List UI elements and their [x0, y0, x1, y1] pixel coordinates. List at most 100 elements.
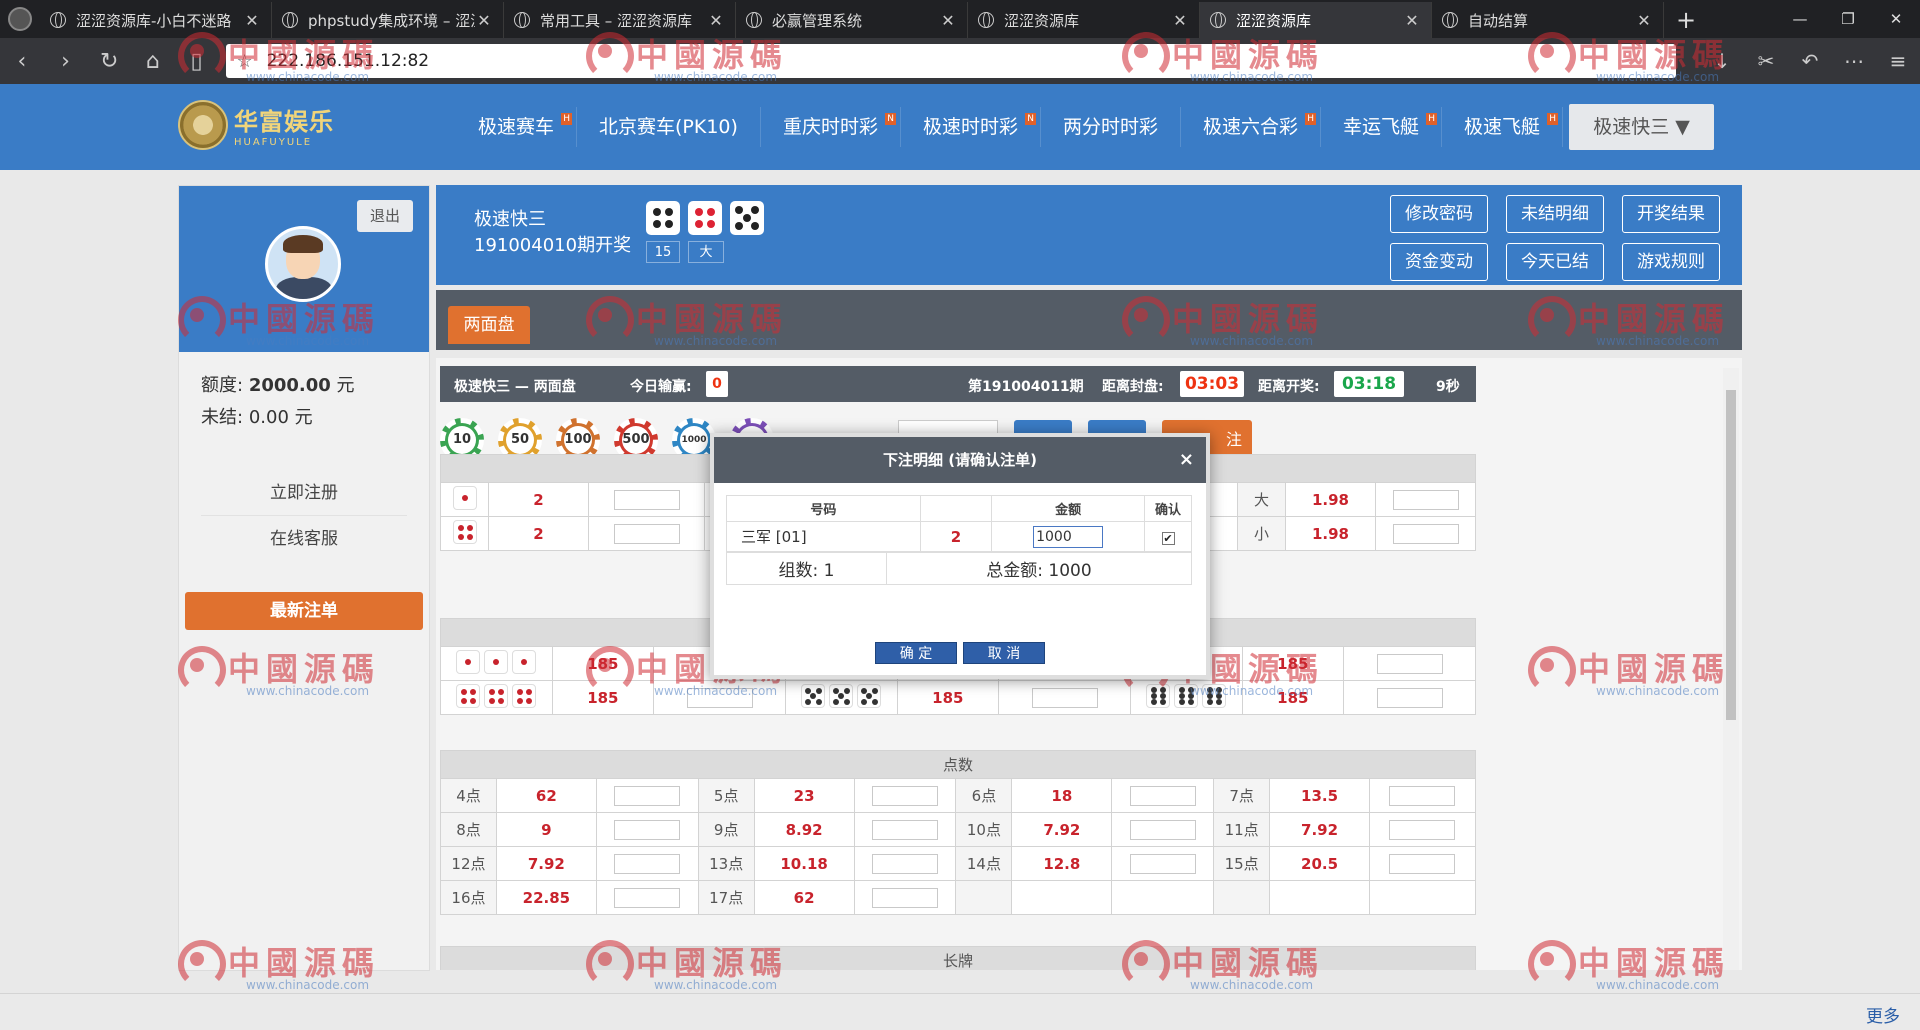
bet-detail-table: 号码 金额 确认 三军 [01] 2 1000 ✔: [726, 495, 1192, 552]
browser-tab[interactable]: 必赢管理系统 ✕: [736, 2, 968, 38]
site-logo[interactable]: 华富娱乐 HUAFUYULE: [178, 100, 334, 150]
minimize-icon[interactable]: —: [1776, 0, 1824, 38]
triple-five-icon: [801, 683, 882, 708]
logout-button[interactable]: 退出: [357, 200, 413, 232]
amount-input[interactable]: [872, 853, 938, 874]
bookmark-star-icon[interactable]: ☆: [236, 51, 252, 72]
amount-input[interactable]: [1376, 687, 1443, 708]
amount-input[interactable]: [1376, 653, 1443, 674]
undo-icon[interactable]: ↶: [1788, 49, 1832, 73]
restore-icon[interactable]: ❐: [1824, 0, 1872, 38]
amount-input[interactable]: [872, 819, 938, 840]
more-menu-icon[interactable]: ⋯: [1832, 49, 1876, 73]
amount-input[interactable]: [1129, 853, 1196, 874]
back-icon[interactable]: ‹: [0, 38, 44, 84]
amount-input[interactable]: [686, 687, 753, 708]
amount-input[interactable]: [614, 853, 681, 874]
hamburger-menu-icon[interactable]: ≡: [1876, 49, 1920, 73]
today-label: 今日输赢:: [630, 379, 692, 395]
game-rules-button[interactable]: 游戏规则: [1622, 243, 1720, 281]
address-bar: ‹ › ↻ ⌂ ▯ ☆ 222.186.151.12:82 ↓ ✂ ↶ ⋯ ≡: [0, 38, 1920, 84]
nav-badge: H: [1547, 113, 1559, 125]
close-tab-icon[interactable]: ✕: [1403, 11, 1421, 30]
cancel-button[interactable]: 取 消: [963, 642, 1045, 664]
amount-input[interactable]: [872, 785, 938, 806]
nav-item[interactable]: 极速时时彩 N: [901, 107, 1041, 147]
fund-changes-button[interactable]: 资金变动: [1390, 243, 1488, 281]
bet-odds: 2: [919, 521, 993, 552]
amount-input[interactable]: [1392, 523, 1459, 544]
nav-item[interactable]: 重庆时时彩 N: [761, 107, 901, 147]
amount-input[interactable]: [872, 887, 938, 908]
draw-results-button[interactable]: 开奖结果: [1622, 195, 1720, 233]
close-window-icon[interactable]: ✕: [1872, 0, 1920, 38]
nav-item[interactable]: 两分时时彩: [1041, 107, 1181, 147]
amount-input[interactable]: [1031, 687, 1098, 708]
confirm-checkbox[interactable]: ✔: [1161, 531, 1175, 545]
amount-input[interactable]: [614, 785, 681, 806]
new-tab-button[interactable]: +: [1664, 2, 1708, 38]
confirm-button[interactable]: 确 定: [875, 642, 957, 664]
nav-item[interactable]: 北京赛车(PK10): [577, 107, 761, 147]
nav-badge: H: [1426, 113, 1438, 125]
nav-item[interactable]: 极速飞艇 H: [1442, 107, 1564, 147]
change-password-button[interactable]: 修改密码: [1390, 195, 1488, 233]
close-tab-icon[interactable]: ✕: [939, 11, 957, 30]
main-nav: 极速赛车 H 北京赛车(PK10) 重庆时时彩 N 极速时时彩 N 两分时时彩 极速六…: [456, 84, 1715, 170]
url-input[interactable]: ☆ 222.186.151.12:82: [226, 44, 1677, 78]
reader-icon[interactable]: ▯: [175, 38, 219, 84]
close-tab-icon[interactable]: ✕: [1635, 11, 1653, 30]
browser-tab-active[interactable]: 涩涩资源库 ✕: [1200, 2, 1432, 38]
close-tab-icon[interactable]: ✕: [475, 11, 493, 30]
amount-input[interactable]: [613, 489, 680, 510]
tab-two-sided[interactable]: 两面盘: [448, 306, 530, 344]
game-dropdown[interactable]: 极速快三 ▼: [1569, 104, 1715, 150]
page-scrollbar[interactable]: [1723, 368, 1739, 970]
table-row: 16点 22.85 17点 62: [440, 880, 1477, 915]
latest-bets-button[interactable]: 最新注单: [185, 592, 423, 630]
amount-input[interactable]: [613, 523, 680, 544]
browser-tab[interactable]: phpstudy集成环境 – 涩涩 ✕: [272, 2, 504, 38]
browser-tab[interactable]: 自动结算 ✕: [1432, 2, 1664, 38]
nav-item[interactable]: 极速六合彩 H: [1181, 107, 1321, 147]
nav-item[interactable]: 极速赛车 H: [456, 107, 578, 147]
nav-item[interactable]: 幸运飞艇 H: [1321, 107, 1443, 147]
long-title: 长牌: [440, 946, 1476, 970]
download-icon[interactable]: ↓: [1700, 49, 1744, 73]
customer-service-link[interactable]: 在线客服: [201, 516, 407, 562]
points-table: 点数 4点 62 5点 23 6点 18 7点 13.5 8点 9 9点 8.92 10点 7…: [440, 750, 1477, 915]
forward-icon[interactable]: ›: [44, 38, 88, 84]
close-icon[interactable]: ×: [1179, 437, 1194, 483]
amount-input[interactable]: [1389, 853, 1456, 874]
browser-tab[interactable]: 涩涩资源库 ✕: [968, 2, 1200, 38]
window-controls: — ❐ ✕: [1776, 0, 1920, 38]
browser-tab[interactable]: 涩涩资源库-小白不迷路 ✕: [40, 2, 272, 38]
today-value: 0: [706, 371, 728, 397]
home-icon[interactable]: ⌂: [131, 38, 175, 84]
amount-input[interactable]: [1392, 489, 1459, 510]
close-tab-icon[interactable]: ✕: [243, 11, 261, 30]
scissors-icon[interactable]: ✂: [1744, 49, 1788, 73]
bet-amount-input[interactable]: 1000: [1033, 525, 1104, 548]
scrollbar-thumb[interactable]: [1726, 390, 1736, 720]
amount-input[interactable]: [614, 887, 681, 908]
amount-input[interactable]: [1389, 819, 1456, 840]
col-number: 号码: [726, 495, 921, 522]
close-tab-icon[interactable]: ✕: [1171, 11, 1189, 30]
amount-input[interactable]: [614, 819, 681, 840]
amount-input[interactable]: [1129, 785, 1196, 806]
amount-input[interactable]: [1389, 785, 1456, 806]
group-count: 组数: 1: [726, 552, 887, 585]
loading-icon: [1442, 12, 1458, 28]
browser-tab[interactable]: 常用工具 – 涩涩资源库 ✕: [504, 2, 736, 38]
nav-badge: N: [885, 113, 896, 125]
unsettled-details-button[interactable]: 未结明细: [1506, 195, 1604, 233]
close-tab-icon[interactable]: ✕: [707, 11, 725, 30]
reload-icon[interactable]: ↻: [87, 38, 131, 84]
register-link[interactable]: 立即注册: [201, 470, 407, 516]
credit-row: 额度: 2000.00 元: [201, 375, 355, 396]
amount-input[interactable]: [1129, 819, 1196, 840]
more-link[interactable]: 更多: [1866, 1002, 1900, 1027]
settled-today-button[interactable]: 今天已结: [1506, 243, 1604, 281]
nav-badge: H: [1305, 113, 1316, 125]
